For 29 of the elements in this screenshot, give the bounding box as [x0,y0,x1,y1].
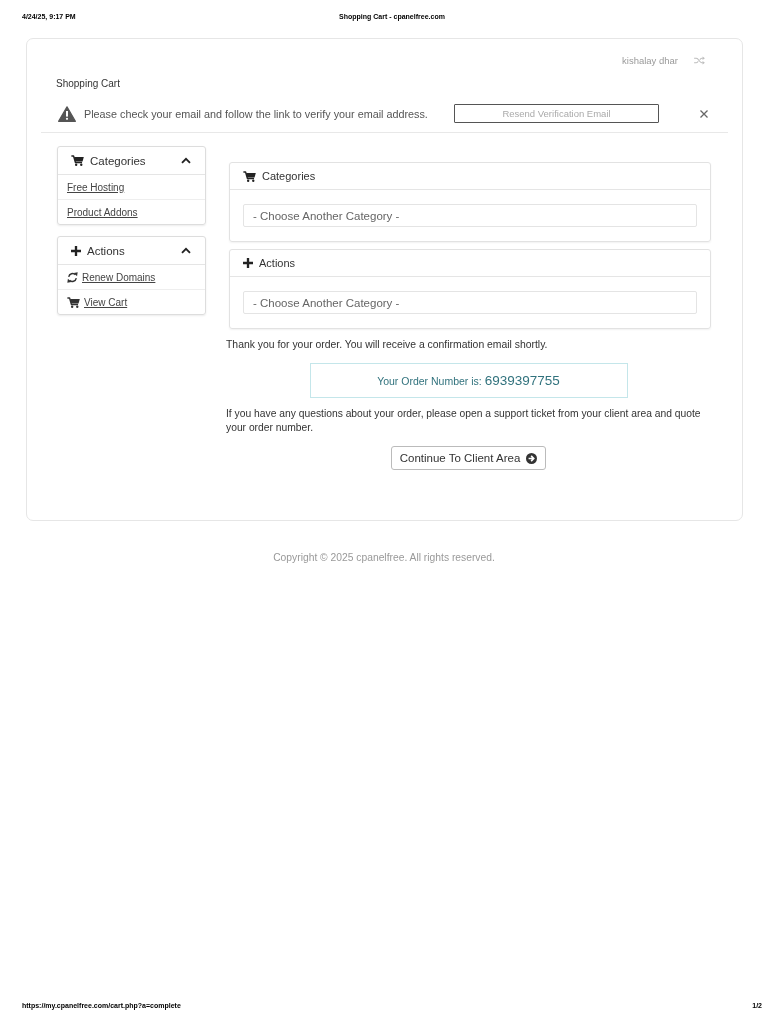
panel-title: Categories [262,170,316,182]
category-select[interactable]: - Choose Another Category - [243,291,697,314]
sidebar-link[interactable]: View Cart [67,296,128,308]
close-icon[interactable] [700,109,708,118]
category-select[interactable]: - Choose Another Category - [243,204,697,227]
cart-icon [243,170,256,182]
confirmation-text: Thank you for your order. You will receive a confirmation email shortly. [226,339,549,351]
panel-title: Categories [90,154,146,167]
copyright-text: Copyright © 2025 cpanelfree. All rights reserved. [273,552,495,563]
alert-message: Please check your email and follow the link to verify your email address. [84,107,428,120]
sidebar-link[interactable]: Free Hosting [67,181,125,193]
page-title: Shopping Cart [56,78,120,89]
chevron-up-icon[interactable] [181,247,191,254]
continue-button[interactable]: Continue To Client Area [390,446,547,470]
warning-icon [58,105,76,122]
cart-icon [71,155,84,166]
chevron-up-icon[interactable] [181,157,191,164]
help-text: If you have any questions about your order, please open a support ticket from your client area and quote your order number. [226,407,702,435]
panel-title: Actions [259,257,296,269]
order-number-label: Your Order Number is: [377,374,482,387]
arrow-circle-right-icon [526,452,538,464]
panel-title: Actions [87,244,125,257]
sidebar-link[interactable]: Product Addons [67,206,138,218]
refresh-icon [67,271,78,283]
order-number: 6939397755 [484,373,560,388]
plus-icon [71,245,81,256]
sidebar-link[interactable]: Renew Domains [67,271,156,283]
cart-icon [67,296,80,308]
plus-icon [243,258,253,268]
